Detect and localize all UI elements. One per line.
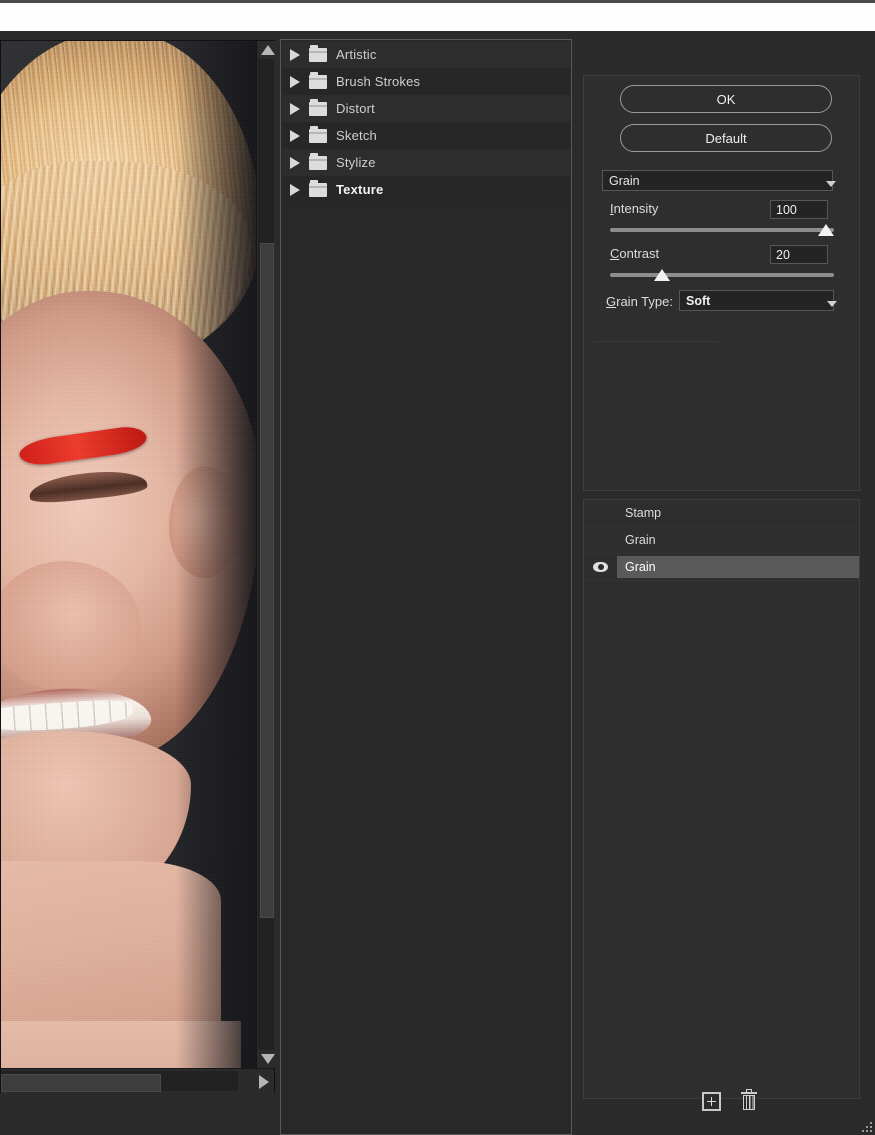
intensity-slider-thumb[interactable] [818,224,834,236]
filter-category-label: Distort [336,101,375,116]
filter-category-label: Sketch [336,128,377,143]
effect-layer-row[interactable]: Grain [584,527,859,553]
preview-image[interactable] [1,41,256,1068]
filter-category-row-sketch[interactable]: Sketch [282,122,570,149]
filter-category-panel: Artistic Brush Strokes Distort Sketch Styliz… [280,39,572,1135]
layer-visibility-toggle[interactable] [584,527,617,553]
effect-layer-row[interactable]: Grain [584,554,859,580]
scroll-right-arrow-icon[interactable] [259,1075,269,1089]
effect-layer-name: Stamp [625,506,662,520]
contrast-slider[interactable] [610,269,834,281]
preview-vscroll-track[interactable] [258,59,274,1050]
effect-layer-name: Grain [625,533,656,547]
folder-icon [309,71,327,89]
filter-category-row-brush-strokes[interactable]: Brush Strokes [282,68,570,95]
filter-name-value: Grain [609,173,640,188]
disclosure-triangle-icon[interactable] [290,183,300,196]
filter-settings-panel: OK Default Grain Intensity 100 Contrast … [583,75,860,491]
folder-icon [309,98,327,116]
filter-category-row-artistic[interactable]: Artistic [282,41,570,68]
effect-layers-list[interactable]: Stamp Grain Grain [584,500,859,581]
contrast-value-field[interactable]: 20 [770,245,828,264]
effect-layer-toolbar [583,1083,875,1119]
disclosure-triangle-icon[interactable] [290,102,300,115]
folder-icon [309,125,327,143]
effect-layer-row[interactable]: Stamp [584,500,859,526]
layer-visibility-toggle[interactable] [584,500,617,526]
settings-separator [594,341,719,342]
resize-grip[interactable] [860,1120,872,1132]
grain-type-label: Grain Type: [606,294,673,309]
scroll-down-arrow-icon[interactable] [261,1054,275,1064]
folder-icon [309,179,327,197]
filter-category-empty-area [282,203,570,1103]
preview-hscroll-thumb[interactable] [1,1074,161,1092]
filter-category-row-stylize[interactable]: Stylize [282,149,570,176]
filter-category-label: Artistic [336,47,377,62]
intensity-label-text: ntensity [613,201,659,216]
preview-vscroll-thumb[interactable] [260,243,274,918]
document-canvas-strip [0,3,875,31]
default-button[interactable]: Default [620,124,832,152]
right-column: OK Default Grain Intensity 100 Contrast … [583,39,875,1135]
disclosure-triangle-icon[interactable] [290,48,300,61]
preview-hscroll-track[interactable] [1,1071,238,1092]
contrast-label-text: ontrast [619,246,660,261]
folder-icon [309,44,327,62]
contrast-slider-track[interactable] [610,273,834,277]
filter-gallery-screen: Artistic Brush Strokes Distort Sketch Styliz… [0,0,875,1135]
effect-layer-name: Grain [617,556,859,578]
preview-horizontal-scrollbar[interactable] [1,1068,274,1093]
grain-type-dropdown[interactable]: Soft [679,290,834,311]
portrait-photo [1,41,256,1068]
grain-type-value: Soft [686,293,711,308]
ok-button[interactable]: OK [620,85,832,113]
filter-category-list[interactable]: Artistic Brush Strokes Distort Sketch Styliz… [282,41,570,1133]
filter-category-row-distort[interactable]: Distort [282,95,570,122]
filter-category-label: Stylize [336,155,376,170]
delete-effect-layer-icon[interactable] [740,1088,757,1111]
filter-gallery-dialog: Artistic Brush Strokes Distort Sketch Styliz… [0,31,875,1135]
disclosure-triangle-icon[interactable] [290,75,300,88]
disclosure-triangle-icon[interactable] [290,156,300,169]
filter-name-dropdown[interactable]: Grain [602,170,833,191]
intensity-value-field[interactable]: 100 [770,200,828,219]
contrast-slider-thumb[interactable] [653,269,670,281]
grain-type-label-text: rain Type: [616,294,673,309]
new-effect-layer-icon[interactable] [701,1091,721,1111]
filter-category-label: Brush Strokes [336,74,421,89]
disclosure-triangle-icon[interactable] [290,129,300,142]
preview-vertical-scrollbar[interactable] [256,41,275,1068]
intensity-label: Intensity [610,201,659,216]
layer-visibility-toggle[interactable] [584,554,617,580]
effect-layers-panel: Stamp Grain Grain [583,499,860,1099]
contrast-label: Contrast [610,246,660,261]
filter-category-row-texture[interactable]: Texture [282,176,570,203]
scroll-up-arrow-icon[interactable] [261,45,275,55]
intensity-slider[interactable] [610,224,834,236]
intensity-slider-track[interactable] [610,228,834,232]
folder-icon [309,152,327,170]
preview-pane[interactable] [0,40,275,1093]
filter-category-label: Texture [336,182,384,197]
layer-row-divider [584,580,859,581]
eye-icon [593,562,608,572]
